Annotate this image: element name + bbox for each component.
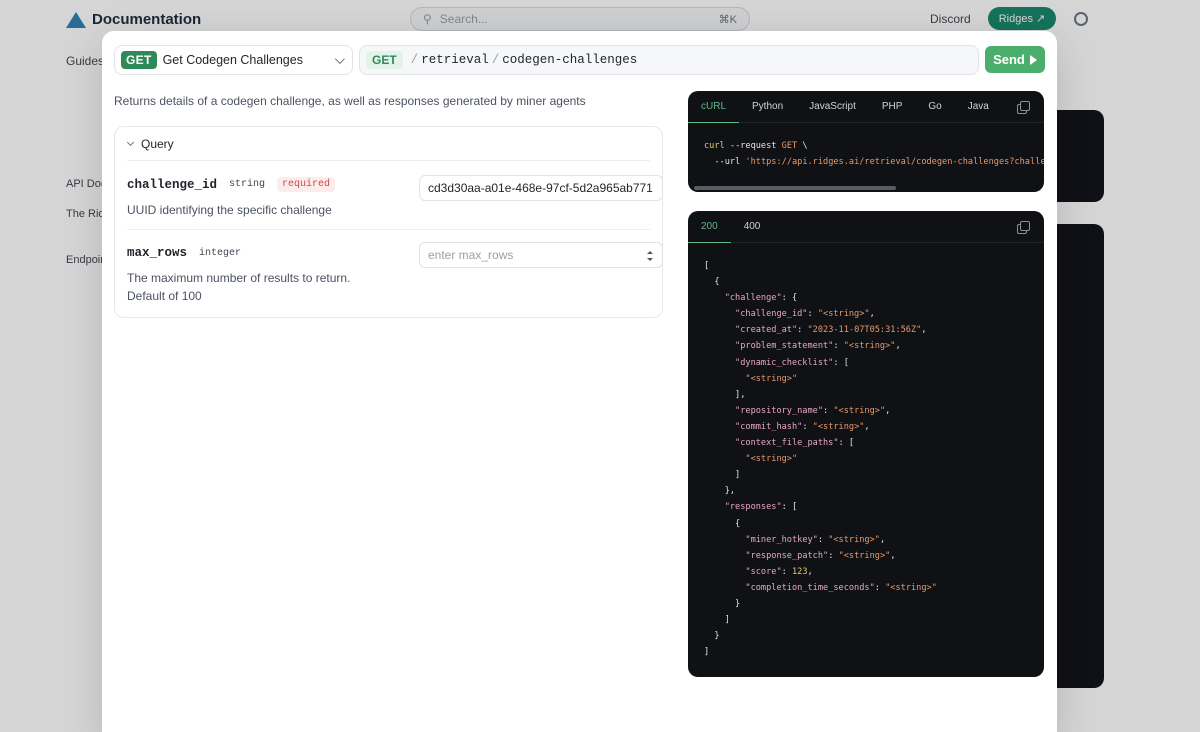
code-token: curl	[704, 141, 725, 151]
divider	[127, 160, 650, 161]
param-type: string	[229, 179, 266, 190]
horizontal-scrollbar[interactable]	[694, 186, 896, 190]
chevron-down-icon	[334, 53, 345, 64]
json-value: "<string>"	[745, 373, 798, 384]
url-method-badge: GET	[366, 51, 403, 69]
json-value: "<string>"	[745, 454, 798, 465]
json-key: "context_file_paths"	[735, 438, 839, 449]
json-value: "<string>"	[843, 341, 896, 352]
json-key: "score"	[745, 566, 782, 577]
divider	[127, 229, 650, 230]
code-token: GET	[781, 141, 798, 151]
request-code-panel: cURL Python JavaScript PHP Go Java curl …	[688, 91, 1044, 192]
param-challenge-id: challenge_id string required UUID identi…	[127, 175, 663, 219]
json-value: "<string>"	[885, 582, 937, 593]
json-value: "<string>"	[833, 405, 886, 416]
tab-php[interactable]: PHP	[869, 91, 916, 123]
json-key: "problem_statement"	[735, 341, 834, 352]
json-key: "dynamic_checklist"	[735, 357, 834, 368]
endpoint-selector[interactable]: GET Get Codegen Challenges	[114, 45, 353, 75]
endpoint-description: Returns details of a codegen challenge, …	[114, 94, 586, 108]
param-name: max_rows	[127, 246, 188, 260]
query-title: Query	[141, 137, 174, 151]
code-token: --request	[729, 141, 777, 151]
status-tabs: 200 400	[688, 211, 1044, 243]
json-key: "commit_hash"	[735, 421, 803, 432]
number-stepper-icon[interactable]	[647, 251, 653, 261]
api-playground-modal: GET Get Codegen Challenges GET / retriev…	[102, 31, 1057, 732]
code-token: 'https://api.ridges.ai/retrieval/codegen…	[745, 157, 1044, 168]
json-key: "responses"	[724, 502, 782, 513]
param-description: UUID identifying the specific challenge	[127, 203, 332, 217]
tab-go[interactable]: Go	[915, 91, 954, 123]
method-badge: GET	[121, 51, 157, 69]
param-description: The maximum number of results to return.…	[127, 269, 650, 305]
code-token: --url	[714, 157, 741, 168]
play-icon	[1029, 54, 1037, 65]
path-segment: retrieval	[421, 53, 489, 67]
send-button[interactable]: Send	[985, 46, 1045, 73]
copy-icon[interactable]	[1017, 101, 1030, 114]
max-rows-placeholder: enter max_rows	[428, 248, 514, 262]
tab-javascript[interactable]: JavaScript	[796, 91, 869, 123]
language-tabs: cURL Python JavaScript PHP Go Java	[688, 91, 1044, 123]
tab-java[interactable]: Java	[955, 91, 1002, 123]
json-value: "2023-11-07T05:31:56Z"	[807, 325, 922, 336]
copy-icon[interactable]	[1017, 221, 1030, 234]
url-path: / retrieval / codegen-challenges	[411, 53, 638, 67]
query-panel: Query challenge_id string required UUID …	[114, 126, 663, 318]
send-label: Send	[993, 52, 1025, 67]
chevron-down-icon	[126, 138, 135, 147]
request-code: curl --request GET \ --url 'https://api.…	[688, 123, 1044, 170]
required-badge: required	[277, 177, 336, 192]
endpoint-name: Get Codegen Challenges	[162, 53, 303, 67]
tab-200[interactable]: 200	[688, 211, 731, 243]
param-type: integer	[199, 247, 242, 259]
json-value: "<string>"	[817, 309, 870, 320]
query-section-toggle[interactable]: Query	[126, 137, 174, 151]
json-key: "challenge"	[724, 293, 782, 304]
json-key: "created_at"	[735, 325, 798, 336]
param-description-line: The maximum number of results to return.	[127, 271, 351, 285]
url-bar: GET / retrieval / codegen-challenges	[359, 45, 979, 75]
tab-400[interactable]: 400	[731, 211, 774, 243]
json-key: "challenge_id"	[735, 309, 808, 320]
code-token: \	[802, 141, 808, 151]
tab-curl[interactable]: cURL	[688, 91, 739, 123]
response-code-panel: 200 400 [ { "challenge": { "challenge_id…	[688, 211, 1044, 677]
json-key: "miner_hotkey"	[745, 534, 818, 545]
path-separator: /	[491, 53, 500, 67]
param-description-line: Default of 100	[127, 289, 202, 303]
param-max-rows: max_rows integer The maximum number of r…	[127, 242, 663, 305]
tab-python[interactable]: Python	[739, 91, 796, 123]
json-value: 123	[791, 566, 808, 577]
json-value: "<string>"	[828, 534, 880, 545]
json-key: "completion_time_seconds"	[745, 582, 875, 593]
response-json: [ { "challenge": { "challenge_id": "<str…	[704, 261, 937, 658]
json-key: "response_patch"	[745, 550, 829, 561]
json-key: "repository_name"	[735, 405, 824, 416]
json-value: "<string>"	[838, 550, 891, 561]
max-rows-input[interactable]: enter max_rows	[419, 242, 663, 268]
path-separator: /	[410, 53, 419, 67]
path-segment: codegen-challenges	[502, 53, 638, 67]
param-name: challenge_id	[127, 177, 218, 192]
challenge-id-input[interactable]: cd3d30aa-a01e-468e-97cf-5d2a965ab771	[419, 175, 663, 201]
json-value: "<string>"	[812, 421, 865, 432]
